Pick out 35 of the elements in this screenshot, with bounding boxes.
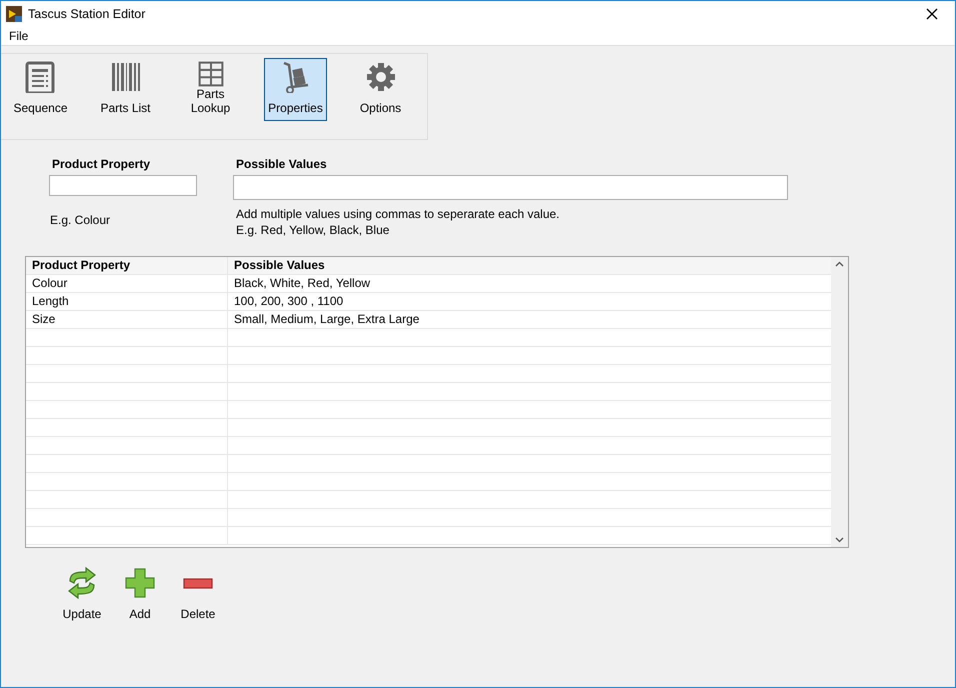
document-icon <box>24 61 56 93</box>
hint-text: E.g. Colour <box>50 212 112 228</box>
table-cell-text: Black, White, Red, Yellow <box>233 275 372 292</box>
table-cell: Size <box>26 311 228 328</box>
action-button[interactable]: Delete <box>175 567 221 621</box>
action-button[interactable]: Add <box>117 567 163 621</box>
table-cell: Colour <box>26 275 228 292</box>
refresh-arrows-icon <box>66 567 98 599</box>
plus-icon <box>124 567 156 599</box>
column-header[interactable]: Product Property <box>26 257 228 274</box>
barcode-icon <box>110 61 142 93</box>
field-label: Possible Values <box>236 158 328 171</box>
table-cell-text: Small, Medium, Large, Extra Large <box>233 311 420 328</box>
menu-item[interactable]: File <box>1 28 36 42</box>
toolbar-button[interactable]: Parts List <box>94 58 157 121</box>
field-label: Product Property <box>52 158 152 171</box>
toolbar-button[interactable]: Parts Lookup <box>179 58 242 121</box>
property-input-field[interactable] <box>49 175 197 196</box>
gear-icon <box>364 61 396 93</box>
action-button[interactable]: Update <box>59 567 105 621</box>
window-title: Tascus Station Editor <box>28 6 146 20</box>
values-input-field[interactable] <box>233 175 788 200</box>
toolbar-button[interactable]: Options <box>349 58 412 121</box>
table-cell-text: 100, 200, 300 , 1100 <box>233 293 344 310</box>
scrollbar[interactable] <box>831 257 848 547</box>
scroll-down-icon <box>835 537 844 543</box>
scroll-up-icon <box>835 261 844 267</box>
hint-text: E.g. Red, Yellow, Black, Blue <box>236 222 390 238</box>
close-icon <box>926 8 938 20</box>
hint-text: Add multiple values using commas to seperarate each value. <box>236 206 561 222</box>
column-header[interactable]: Possible Values <box>228 257 831 274</box>
toolbar-button[interactable]: Sequence <box>9 58 72 121</box>
app-logo-icon <box>6 6 22 22</box>
table-cell: Length <box>26 293 228 310</box>
toolbar-button[interactable]: Properties <box>264 58 327 121</box>
